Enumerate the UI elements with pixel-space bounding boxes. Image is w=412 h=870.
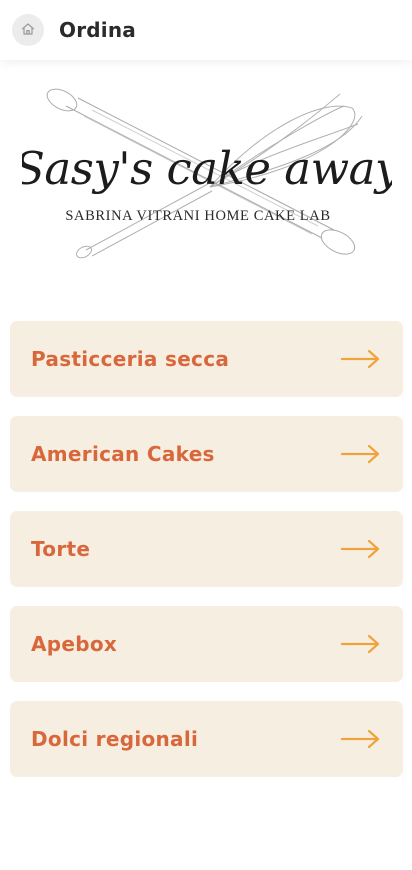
category-label: Pasticceria secca — [31, 347, 230, 371]
arrow-right-icon — [340, 538, 381, 560]
arrow-right-icon — [340, 633, 381, 655]
arrow-right-icon — [340, 728, 381, 750]
logo-script-text: Sasy's cake away — [22, 142, 392, 195]
page-title: Ordina — [59, 18, 136, 42]
category-item-dolci-regionali[interactable]: Dolci regionali — [10, 701, 403, 777]
category-item-pasticceria-secca[interactable]: Pasticceria secca — [10, 321, 403, 397]
home-button[interactable] — [12, 14, 44, 46]
category-menu: Pasticceria secca American Cakes Torte A… — [10, 321, 403, 796]
brand-logo: Sasy's cake away SABRINA VITRANI HOME CA… — [22, 88, 392, 260]
arrow-right-icon — [340, 443, 381, 465]
category-item-apebox[interactable]: Apebox — [10, 606, 403, 682]
arrow-right-icon — [340, 348, 381, 370]
category-label: American Cakes — [31, 442, 215, 466]
category-item-american-cakes[interactable]: American Cakes — [10, 416, 403, 492]
category-label: Torte — [31, 537, 91, 561]
category-item-torte[interactable]: Torte — [10, 511, 403, 587]
app-header: Ordina — [0, 0, 412, 60]
logo-tagline: SABRINA VITRANI HOME CAKE LAB — [65, 208, 330, 224]
home-icon — [21, 21, 35, 40]
category-label: Dolci regionali — [31, 727, 199, 751]
category-label: Apebox — [31, 632, 118, 656]
